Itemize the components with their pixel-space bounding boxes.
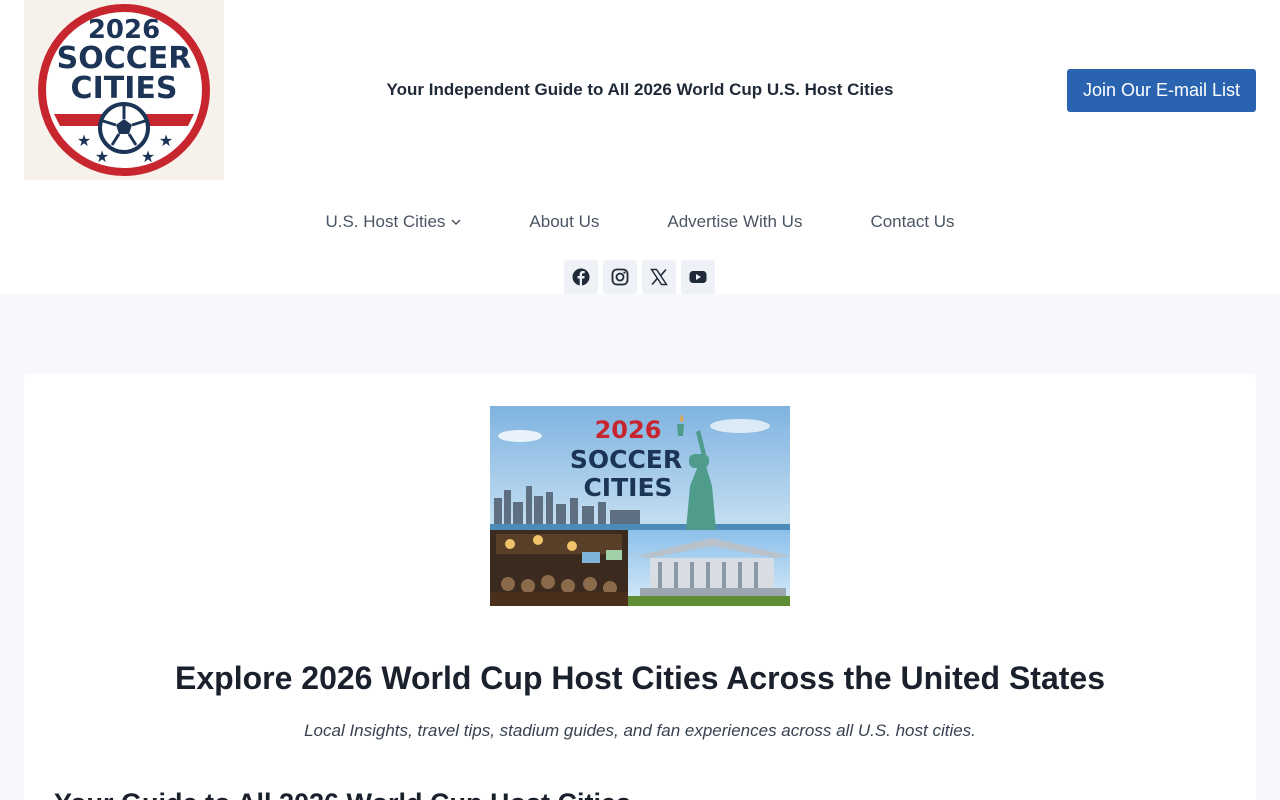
nav-item-label: Advertise With Us (667, 212, 803, 231)
site-tagline: Your Independent Guide to All 2026 World… (386, 80, 894, 99)
hero-line1: SOCCER (570, 445, 682, 474)
logo-line2: CITIES (71, 71, 178, 106)
chevron-down-icon (451, 219, 461, 226)
youtube-icon (689, 271, 707, 283)
nav-item-about[interactable]: About Us (529, 209, 599, 235)
instagram-link[interactable] (603, 260, 637, 294)
social-links (564, 260, 715, 294)
section-heading: Your Guide to All 2026 World Cup Host Ci… (54, 788, 1154, 800)
nav-item-label: U.S. Host Cities (325, 212, 446, 231)
svg-text:★: ★ (77, 133, 91, 150)
x-link[interactable] (642, 260, 676, 294)
page-subtitle: Local Insights, travel tips, stadium gui… (304, 721, 976, 740)
nav-item-host-cities[interactable]: U.S. Host Cities (325, 209, 461, 235)
hero-line2: CITIES (583, 473, 672, 502)
nav-item-label: Contact Us (870, 212, 955, 231)
nav-item-contact[interactable]: Contact Us (870, 209, 954, 235)
x-icon (650, 268, 668, 286)
svg-text:★: ★ (159, 133, 173, 150)
main-nav: U.S. Host Cities About Us Advertise With… (0, 209, 1280, 235)
youtube-link[interactable] (681, 260, 715, 294)
site-logo[interactable]: 2026 SOCCER CITIES ★ ★ ★ ★ (24, 0, 224, 180)
page-title: Explore 2026 World Cup Host Cities Acros… (175, 660, 1105, 696)
svg-text:★: ★ (95, 149, 109, 166)
facebook-link[interactable] (564, 260, 598, 294)
nav-item-label: About Us (529, 212, 600, 231)
site-header: 2026 SOCCER CITIES ★ ★ ★ ★ Your Independ… (0, 0, 1280, 294)
nav-item-advertise[interactable]: Advertise With Us (667, 209, 802, 235)
svg-text:★: ★ (141, 149, 155, 166)
join-email-list-button[interactable]: Join Our E-mail List (1067, 69, 1256, 112)
instagram-icon (611, 268, 629, 286)
content-card: 2026 SOCCER CITIES Explore 2026 World Cu… (24, 374, 1256, 800)
hero-year: 2026 (595, 416, 662, 444)
facebook-icon (572, 268, 590, 286)
hero-image: 2026 SOCCER CITIES (490, 406, 790, 606)
